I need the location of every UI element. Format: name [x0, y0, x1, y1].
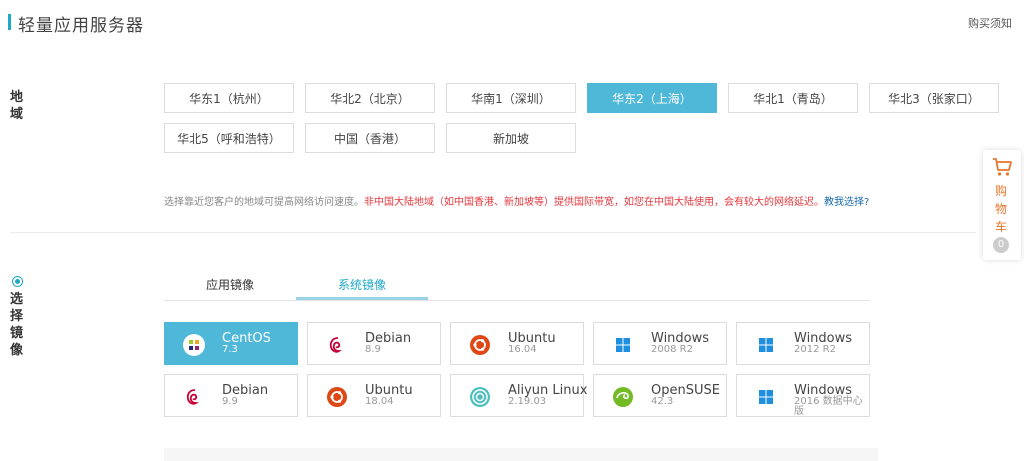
region-button-singapore[interactable]: 新加坡 [446, 123, 576, 153]
windows-icon [759, 390, 773, 404]
region-button-shanghai[interactable]: 华东2（上海） [587, 83, 717, 113]
os-card-debian-8-9[interactable]: Debian 8.9 [307, 322, 441, 365]
cart-icon [993, 158, 1012, 176]
image-section-label: 选择镜像 [10, 292, 24, 358]
os-version: 8.9 [365, 344, 381, 355]
os-version: 2.19.03 [508, 396, 547, 407]
tab-application-images[interactable]: 应用镜像 [164, 276, 296, 293]
os-card-windows-2012-r2[interactable]: Windows 2012 R2 [736, 322, 870, 365]
os-card-centos-7-3[interactable]: CentOS 7.3 [164, 322, 298, 365]
os-version: 9.9 [222, 396, 238, 407]
next-section-placeholder [164, 448, 878, 461]
os-card-ubuntu-18-04[interactable]: Ubuntu 18.04 [307, 374, 441, 417]
os-version: 18.04 [365, 396, 394, 407]
opensuse-icon [613, 387, 633, 407]
debian-icon [186, 389, 199, 405]
windows-icon [759, 338, 773, 352]
os-card-aliyun-linux[interactable]: Aliyun Linux 2.19.03 [450, 374, 587, 417]
region-hint: 选择靠近您客户的地域可提高网络访问速度。非中国大陆地域（如中国香港、新加坡等）提… [164, 193, 869, 208]
tab-system-images[interactable]: 系统镜像 [296, 276, 428, 293]
os-card-windows-2016[interactable]: Windows 2016 数据中心版 [736, 374, 870, 417]
section-divider [10, 232, 976, 233]
cart-label: 购物车 [995, 184, 1008, 234]
page-title: 轻量应用服务器 [18, 16, 144, 36]
cart-count-badge: 0 [993, 237, 1009, 253]
os-version: 7.3 [222, 344, 238, 355]
image-tabs: 应用镜像 系统镜像 [164, 270, 870, 301]
os-card-debian-9-9[interactable]: Debian 9.9 [164, 374, 298, 417]
ubuntu-icon [327, 387, 347, 407]
region-help-link[interactable]: 教我选择? [824, 197, 869, 208]
centos-icon [183, 334, 205, 356]
region-button-huhehaote[interactable]: 华北5（呼和浩特） [164, 123, 294, 153]
region-button-beijing[interactable]: 华北2（北京） [305, 83, 435, 113]
region-button-hangzhou[interactable]: 华东1（杭州） [164, 83, 294, 113]
os-version: 2016 数据中心版 [794, 396, 863, 417]
region-button-shenzhen[interactable]: 华南1（深圳） [446, 83, 576, 113]
region-hint-warning: 非中国大陆地域（如中国香港、新加坡等）提供国际带宽，如您在中国大陆使用，会有较大… [364, 197, 824, 208]
image-section-radio-icon [12, 276, 23, 287]
ubuntu-icon [470, 335, 490, 355]
region-button-hongkong[interactable]: 中国（香港） [305, 123, 435, 153]
region-section-label: 地域 [10, 90, 24, 122]
os-version: 2012 R2 [794, 344, 836, 355]
region-hint-text: 选择靠近您客户的地域可提高网络访问速度。 [164, 197, 364, 208]
region-button-zhangjiakou[interactable]: 华北3（张家口） [869, 83, 999, 113]
region-button-qingdao[interactable]: 华北1（青岛） [728, 83, 858, 113]
os-card-ubuntu-16-04[interactable]: Ubuntu 16.04 [450, 322, 584, 365]
active-tab-indicator [296, 297, 428, 300]
shopping-cart-widget[interactable]: 购物车 0 [983, 150, 1021, 260]
os-version: 2008 R2 [651, 344, 693, 355]
debian-icon [329, 337, 342, 353]
os-version: 42.3 [651, 396, 674, 407]
purchase-notice-link[interactable]: 购买须知 [968, 15, 1012, 31]
aliyun-icon [470, 387, 490, 407]
page-header: 轻量应用服务器 购买须知 [0, 0, 1024, 40]
os-version: 16.04 [508, 344, 537, 355]
windows-icon [616, 338, 630, 352]
title-accent-bar [8, 14, 11, 30]
os-card-windows-2008-r2[interactable]: Windows 2008 R2 [593, 322, 727, 365]
os-card-opensuse[interactable]: OpenSUSE 42.3 [593, 374, 727, 417]
